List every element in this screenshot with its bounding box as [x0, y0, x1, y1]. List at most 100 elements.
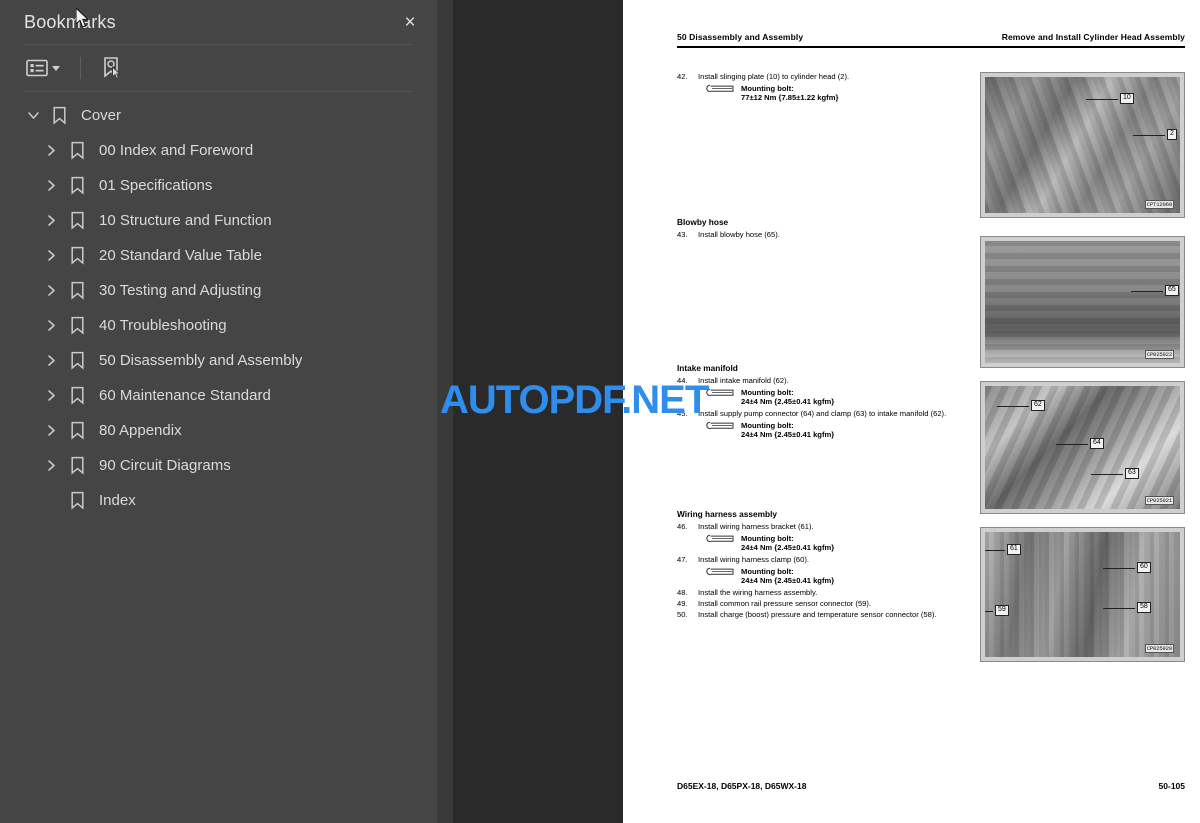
step-number: 48. [677, 588, 688, 598]
step-text: Install supply pump connector (64) and c… [698, 409, 947, 419]
figure-callout: 64 [1090, 438, 1104, 449]
chevron-right-icon[interactable] [38, 144, 64, 157]
procedure-step: 44. Install intake manifold (62). [677, 376, 959, 386]
header-rule [677, 46, 1185, 48]
chevron-down-icon[interactable] [20, 110, 46, 121]
document-page[interactable]: 50 Disassembly and Assembly Remove and I… [623, 0, 1200, 823]
panel-resize-handle[interactable] [437, 0, 453, 823]
step-number: 47. [677, 555, 688, 565]
procedure-step: 48. Install the wiring harness assembly. [677, 588, 959, 598]
bookmark-item-20-standard-value-table[interactable]: 20 Standard Value Table [0, 238, 437, 273]
procedure-block: Intake manifold 44. Install intake manifol… [677, 363, 959, 442]
figure: 65 CP025922 [980, 236, 1185, 368]
panel-title: Bookmarks [24, 11, 116, 32]
torque-value: 24±4 Nm {2.45±0.41 kgfm} [741, 543, 835, 553]
figure-callout: 2 [1167, 129, 1177, 140]
figure-callout: 60 [1137, 562, 1151, 573]
close-icon[interactable]: × [397, 9, 423, 35]
bookmark-icon [64, 491, 90, 510]
bookmark-item-90-circuit-diagrams[interactable]: 90 Circuit Diagrams [0, 448, 437, 483]
figure-caption: CP025922 [1144, 350, 1174, 359]
figure-photo: 61 60 59 58 CP025920 [985, 532, 1180, 657]
chevron-right-icon[interactable] [38, 319, 64, 332]
procedure-step: 47. Install wiring harness clamp (60). [677, 555, 959, 565]
procedure-step: 42. Install slinging plate (10) to cylind… [677, 72, 959, 82]
chevron-right-icon[interactable] [38, 389, 64, 402]
bookmark-item-label: 10 Structure and Function [99, 212, 272, 229]
chevron-right-icon[interactable] [38, 424, 64, 437]
figure-texture [985, 241, 1180, 363]
step-number: 42. [677, 72, 688, 81]
chevron-right-icon[interactable] [38, 459, 64, 472]
bookmark-icon [64, 211, 90, 230]
new-bookmark-icon [104, 57, 122, 80]
page-header: 50 Disassembly and Assembly Remove and I… [677, 32, 1185, 42]
pdf-reader-window: Bookmarks × Cover 00 Index and Foreword … [0, 0, 1200, 823]
bookmarks-panel: Bookmarks × Cover 00 Index and Foreword … [0, 0, 437, 823]
torque-value: 24±4 Nm {2.45±0.41 kgfm} [741, 397, 835, 407]
bookmark-item-label: 20 Standard Value Table [99, 247, 262, 264]
torque-value: 24±4 Nm {2.45±0.41 kgfm} [741, 430, 835, 440]
figure-caption: CP025920 [1144, 644, 1174, 653]
figure-caption: CPT12060 [1144, 200, 1174, 209]
new-bookmark-button[interactable] [99, 53, 125, 83]
bolt-symbol [703, 421, 741, 430]
list-options-button[interactable] [24, 56, 62, 80]
bookmarks-header: Bookmarks × [0, 0, 437, 44]
figure-callout: 58 [1137, 602, 1151, 613]
bookmark-icon [64, 351, 90, 370]
bookmarks-toolbar [0, 45, 437, 91]
chevron-right-icon[interactable] [38, 354, 64, 367]
bookmark-icon [64, 281, 90, 300]
bookmark-item-30-testing-and-adjusting[interactable]: 30 Testing and Adjusting [0, 273, 437, 308]
mounting-bolt-line: Mounting bolt: [703, 84, 959, 93]
bookmark-item-label: 00 Index and Foreword [99, 142, 254, 159]
figure-texture [985, 77, 1180, 213]
callout-leader-line [1103, 608, 1135, 609]
figure-photo: 62 64 63 CP025921 [985, 386, 1180, 509]
page-footer: D65EX-18, D65PX-18, D65WX-18 50-105 [677, 781, 1185, 791]
step-text: Install slinging plate (10) to cylinder … [698, 72, 850, 81]
callout-leader-line [1056, 444, 1088, 445]
bookmark-item-cover[interactable]: Cover [0, 98, 437, 133]
header-left-text: 50 Disassembly and Assembly [677, 32, 804, 42]
callout-leader-line [1131, 291, 1163, 292]
bookmark-item-60-maintenance-standard[interactable]: 60 Maintenance Standard [0, 378, 437, 413]
chevron-right-icon[interactable] [38, 214, 64, 227]
figure-photo: 10 2 CPT12060 [985, 77, 1180, 213]
bookmark-item-10-structure-and-function[interactable]: 10 Structure and Function [0, 203, 437, 238]
procedure-step: 49. Install common rail pressure sensor c… [677, 599, 959, 609]
mounting-bolt-icon [706, 567, 734, 576]
chevron-right-icon[interactable] [38, 284, 64, 297]
figure-callout: 65 [1165, 285, 1179, 296]
bookmark-icon [64, 456, 90, 475]
mounting-bolt-line: Mounting bolt: [703, 567, 959, 576]
bookmark-item-01-specifications[interactable]: 01 Specifications [0, 168, 437, 203]
mounting-bolt-line: Mounting bolt: [703, 534, 959, 543]
footer-page-number: 50-105 [1158, 781, 1185, 791]
bookmark-item-label: 80 Appendix [99, 422, 182, 439]
bookmark-item-00-index-and-foreword[interactable]: 00 Index and Foreword [0, 133, 437, 168]
bookmark-item-80-appendix[interactable]: 80 Appendix [0, 413, 437, 448]
procedure-block: 42. Install slinging plate (10) to cylind… [677, 72, 959, 105]
procedure-step: 45. Install supply pump connector (64) an… [677, 409, 959, 419]
viewer-backdrop [437, 0, 623, 823]
bookmark-icon [64, 246, 90, 265]
figure: 10 2 CPT12060 [980, 72, 1185, 218]
step-text: Install blowby hose (65). [698, 230, 780, 239]
bookmark-icon [64, 316, 90, 335]
procedure-block: Wiring harness assembly 46. Install wiring… [677, 509, 959, 621]
step-text: Install common rail pressure sensor conn… [698, 599, 872, 609]
bookmark-item-40-troubleshooting[interactable]: 40 Troubleshooting [0, 308, 437, 343]
bookmark-item-50-disassembly-and-assembly[interactable]: 50 Disassembly and Assembly [0, 343, 437, 378]
bookmark-item-label: 90 Circuit Diagrams [99, 457, 231, 474]
bookmark-item-label: 01 Specifications [99, 177, 213, 194]
chevron-right-icon[interactable] [38, 179, 64, 192]
step-number: 49. [677, 599, 688, 609]
callout-leader-line [985, 611, 993, 612]
bookmark-icon [64, 386, 90, 405]
figure-callout: 62 [1031, 400, 1045, 411]
chevron-right-icon[interactable] [38, 249, 64, 262]
step-number: 45. [677, 409, 688, 419]
bookmark-item-index[interactable]: Index [0, 483, 437, 518]
